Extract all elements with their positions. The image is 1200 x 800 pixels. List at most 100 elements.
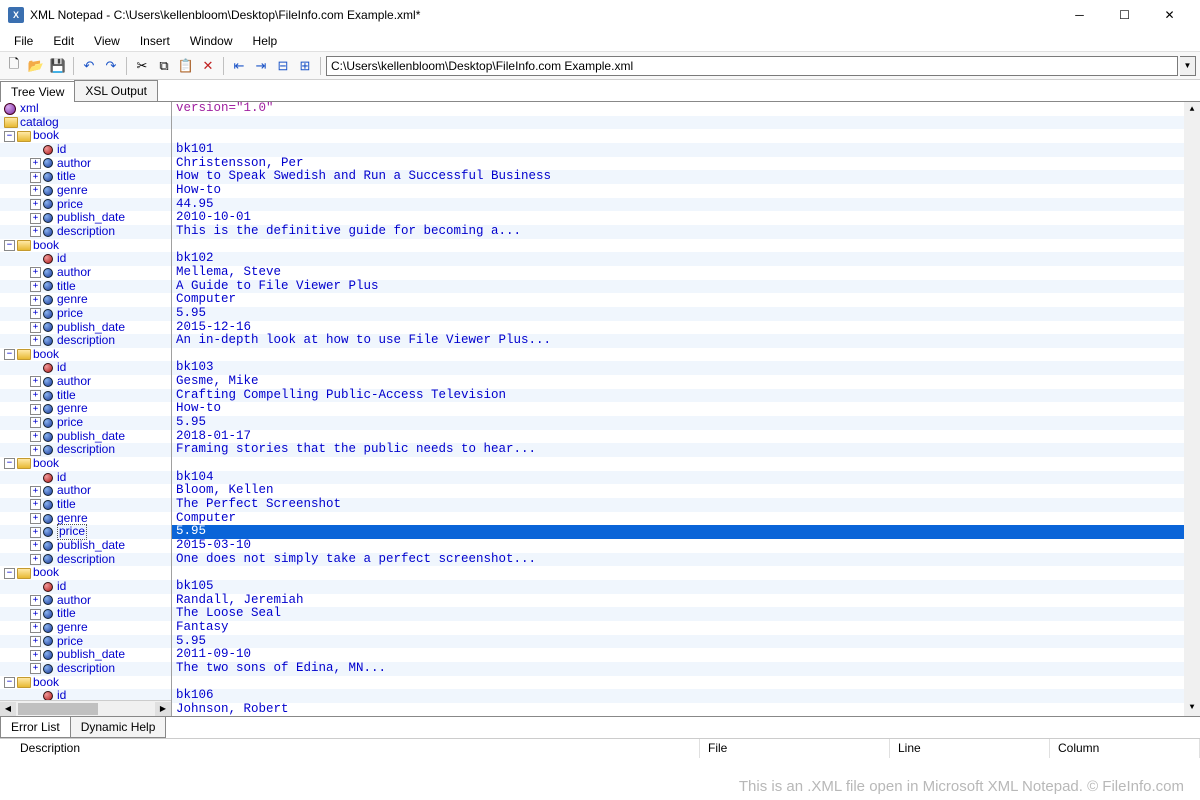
- col-file[interactable]: File: [700, 739, 890, 758]
- tree-node-id-3[interactable]: id: [0, 471, 171, 485]
- expand-toggle[interactable]: +: [30, 486, 41, 497]
- undo-icon[interactable]: ↶: [79, 56, 99, 76]
- expand-toggle[interactable]: +: [30, 445, 41, 456]
- tab-error-list[interactable]: Error List: [0, 717, 71, 738]
- value-price-1[interactable]: 5.95: [172, 307, 1184, 321]
- address-bar[interactable]: [326, 56, 1178, 76]
- tree-node-title-0[interactable]: +title: [0, 170, 171, 184]
- tree-node-book-5[interactable]: −book: [0, 676, 171, 690]
- value-price-2[interactable]: 5.95: [172, 416, 1184, 430]
- collapse-icon[interactable]: ⊟: [273, 56, 293, 76]
- expand-toggle[interactable]: +: [30, 404, 41, 415]
- value-author-3[interactable]: Bloom, Kellen: [172, 484, 1184, 498]
- address-input[interactable]: [331, 59, 1173, 73]
- scroll-down-icon[interactable]: ▼: [1184, 700, 1200, 716]
- tree-node-author-4[interactable]: +author: [0, 594, 171, 608]
- menu-file[interactable]: File: [4, 32, 43, 50]
- tab-xsl-output[interactable]: XSL Output: [74, 80, 158, 101]
- expand-toggle[interactable]: +: [30, 172, 41, 183]
- expand-icon[interactable]: ⊞: [295, 56, 315, 76]
- scroll-left-icon[interactable]: ◀: [0, 702, 16, 716]
- open-file-icon[interactable]: 📂: [26, 56, 46, 76]
- value-publish_date-4[interactable]: 2011-09-10: [172, 648, 1184, 662]
- tree-node-price-4[interactable]: +price: [0, 635, 171, 649]
- value-title-2[interactable]: Crafting Compelling Public-Access Televi…: [172, 389, 1184, 403]
- expand-toggle[interactable]: +: [30, 199, 41, 210]
- value-title-3[interactable]: The Perfect Screenshot: [172, 498, 1184, 512]
- tree-node-title-3[interactable]: +title: [0, 498, 171, 512]
- expand-toggle[interactable]: +: [30, 622, 41, 633]
- tree-node-description-3[interactable]: +description: [0, 553, 171, 567]
- value-id-2[interactable]: bk103: [172, 361, 1184, 375]
- tree-node-genre-4[interactable]: +genre: [0, 621, 171, 635]
- value-description-2[interactable]: Framing stories that the public needs to…: [172, 443, 1184, 457]
- value-author-0[interactable]: Christensson, Per: [172, 157, 1184, 171]
- menu-help[interactable]: Help: [243, 32, 288, 50]
- tree-node-genre-3[interactable]: +genre: [0, 512, 171, 526]
- tree-node-author-2[interactable]: +author: [0, 375, 171, 389]
- collapse-toggle[interactable]: −: [4, 568, 15, 579]
- value-pane[interactable]: version="1.0"bk101Christensson, PerHow t…: [172, 102, 1200, 716]
- value-genre-3[interactable]: Computer: [172, 512, 1184, 526]
- tree-node-price-1[interactable]: +price: [0, 307, 171, 321]
- tree-node-id-4[interactable]: id: [0, 580, 171, 594]
- value-id-4[interactable]: bk105: [172, 580, 1184, 594]
- expand-toggle[interactable]: +: [30, 226, 41, 237]
- value-empty[interactable]: [172, 566, 1184, 580]
- tree-node-title-1[interactable]: +title: [0, 280, 171, 294]
- tree-node-publish_date-2[interactable]: +publish_date: [0, 430, 171, 444]
- collapse-toggle[interactable]: −: [4, 131, 15, 142]
- expand-toggle[interactable]: +: [30, 499, 41, 510]
- value-title-1[interactable]: A Guide to File Viewer Plus: [172, 280, 1184, 294]
- value-empty[interactable]: [172, 129, 1184, 143]
- tree-node-xml[interactable]: xml: [0, 102, 171, 116]
- value-price-3[interactable]: 5.95: [172, 525, 1184, 539]
- value-publish_date-1[interactable]: 2015-12-16: [172, 321, 1184, 335]
- tree-node-price-2[interactable]: +price: [0, 416, 171, 430]
- expand-toggle[interactable]: +: [30, 185, 41, 196]
- paste-icon[interactable]: 📋: [176, 56, 196, 76]
- expand-toggle[interactable]: +: [30, 650, 41, 661]
- expand-toggle[interactable]: +: [30, 513, 41, 524]
- tree-node-id-2[interactable]: id: [0, 361, 171, 375]
- value-author-5[interactable]: Johnson, Robert: [172, 703, 1184, 716]
- save-file-icon[interactable]: 💾: [48, 56, 68, 76]
- expand-toggle[interactable]: +: [30, 322, 41, 333]
- value-id-5[interactable]: bk106: [172, 689, 1184, 703]
- tree-node-description-0[interactable]: +description: [0, 225, 171, 239]
- value-empty[interactable]: [172, 348, 1184, 362]
- value-id-1[interactable]: bk102: [172, 252, 1184, 266]
- cut-icon[interactable]: ✂: [132, 56, 152, 76]
- tree-node-title-2[interactable]: +title: [0, 389, 171, 403]
- tree-node-publish_date-4[interactable]: +publish_date: [0, 648, 171, 662]
- value-price-0[interactable]: 44.95: [172, 198, 1184, 212]
- tree-node-description-1[interactable]: +description: [0, 334, 171, 348]
- value-description-0[interactable]: This is the definitive guide for becomin…: [172, 225, 1184, 239]
- redo-icon[interactable]: ↷: [101, 56, 121, 76]
- tree-h-scrollbar[interactable]: ◀ ▶: [0, 700, 171, 716]
- value-genre-2[interactable]: How-to: [172, 402, 1184, 416]
- address-dropdown-icon[interactable]: ▼: [1180, 56, 1196, 76]
- tree-node-book-4[interactable]: −book: [0, 566, 171, 580]
- tree-node-author-1[interactable]: +author: [0, 266, 171, 280]
- value-description-4[interactable]: The two sons of Edina, MN...: [172, 662, 1184, 676]
- tree-node-book-2[interactable]: −book: [0, 348, 171, 362]
- indent-left-icon[interactable]: ⇤: [229, 56, 249, 76]
- tree-node-author-0[interactable]: +author: [0, 157, 171, 171]
- tree-node-description-4[interactable]: +description: [0, 662, 171, 676]
- menu-insert[interactable]: Insert: [130, 32, 180, 50]
- value-description-3[interactable]: One does not simply take a perfect scree…: [172, 553, 1184, 567]
- tree-node-genre-1[interactable]: +genre: [0, 293, 171, 307]
- collapse-toggle[interactable]: −: [4, 240, 15, 251]
- value-genre-0[interactable]: How-to: [172, 184, 1184, 198]
- collapse-toggle[interactable]: −: [4, 458, 15, 469]
- value-price-4[interactable]: 5.95: [172, 635, 1184, 649]
- scroll-right-icon[interactable]: ▶: [155, 702, 171, 716]
- value-title-4[interactable]: The Loose Seal: [172, 607, 1184, 621]
- value-empty[interactable]: [172, 239, 1184, 253]
- tree-node-genre-0[interactable]: +genre: [0, 184, 171, 198]
- expand-toggle[interactable]: +: [30, 609, 41, 620]
- value-empty[interactable]: [172, 676, 1184, 690]
- tree-node-price-3[interactable]: +price: [0, 525, 171, 539]
- tree-node-title-4[interactable]: +title: [0, 607, 171, 621]
